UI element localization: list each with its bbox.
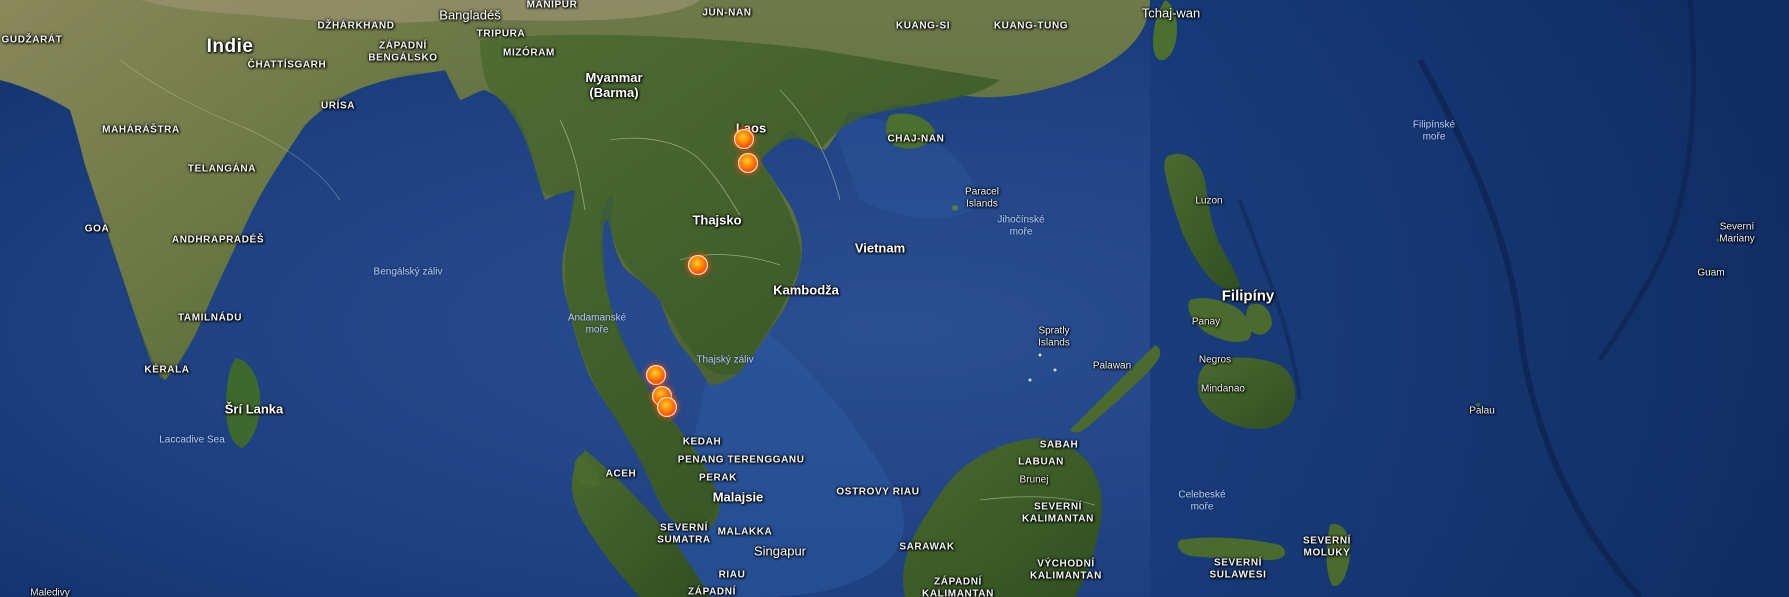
map-marker[interactable]: [657, 397, 677, 417]
map-marker[interactable]: [738, 153, 758, 173]
satellite-map[interactable]: GUDŽARÁT Indie DŽHÁRKHAND ZÁPADNÍ BENGÁL…: [0, 0, 1789, 597]
map-terrain: [0, 0, 1789, 597]
map-marker[interactable]: [734, 129, 754, 149]
map-marker[interactable]: [688, 255, 708, 275]
map-marker[interactable]: [646, 365, 666, 385]
